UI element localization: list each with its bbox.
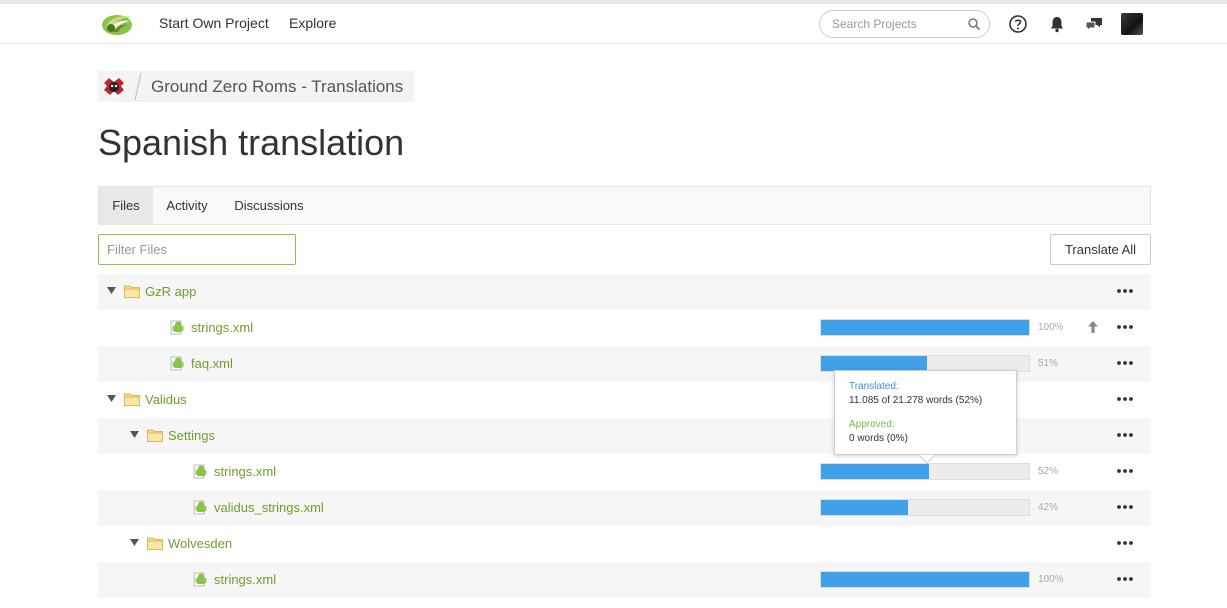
folder-icon	[124, 393, 140, 406]
nav-start-own-project[interactable]: Start Own Project	[159, 15, 269, 31]
progress-tooltip: Translated: 11.085 of 21.278 words (52%)…	[834, 370, 1017, 464]
tooltip-arrow-icon	[919, 455, 935, 464]
tree-folder-row[interactable]: Wolvesden	[98, 526, 1151, 562]
progress-percent: 52%	[1038, 466, 1059, 477]
translation-progress-fill	[821, 572, 1029, 587]
search-input[interactable]	[832, 16, 967, 32]
translation-progress-bar[interactable]	[820, 499, 1030, 516]
breadcrumb-project-link[interactable]: Ground Zero Roms - Translations	[151, 77, 403, 97]
filter-files-input[interactable]	[99, 235, 295, 264]
tab-activity[interactable]: Activity	[155, 187, 219, 224]
progress-percent: 100%	[1038, 322, 1064, 333]
tree-file-row[interactable]: strings.xml 100%	[98, 562, 1151, 598]
more-options-icon[interactable]	[1114, 462, 1136, 480]
more-options-icon[interactable]	[1114, 390, 1136, 408]
folder-name[interactable]: Wolvesden	[168, 536, 232, 551]
top-navbar: Start Own Project Explore	[0, 0, 1227, 44]
tree-folder-row[interactable]: GzR app	[98, 274, 1151, 310]
folder-icon	[147, 537, 163, 550]
user-avatar[interactable]	[1121, 13, 1143, 35]
translation-progress-bar[interactable]	[820, 319, 1030, 336]
tree-file-row[interactable]: strings.xml 52%	[98, 454, 1151, 490]
messages-icon[interactable]	[1084, 14, 1104, 34]
more-options-icon[interactable]	[1114, 354, 1136, 372]
filter-files-box[interactable]	[98, 234, 296, 265]
more-options-icon[interactable]	[1114, 534, 1136, 552]
android-file-icon	[170, 320, 184, 335]
android-file-icon	[170, 356, 184, 371]
tree-file-row[interactable]: strings.xml 100%	[98, 310, 1151, 346]
folder-icon	[147, 429, 163, 442]
search-icon[interactable]	[967, 17, 981, 31]
breadcrumb: Ground Zero Roms - Translations	[98, 71, 414, 102]
android-file-icon	[193, 500, 207, 515]
folder-icon	[124, 285, 140, 298]
translate-all-button[interactable]: Translate All	[1050, 234, 1151, 265]
caret-down-icon[interactable]	[107, 287, 116, 295]
search-box[interactable]	[819, 10, 990, 38]
breadcrumb-separator-icon	[134, 72, 142, 101]
file-name-link[interactable]: strings.xml	[214, 572, 276, 587]
tab-files[interactable]: Files	[99, 187, 153, 224]
progress-percent: 51%	[1038, 358, 1059, 369]
page-title: Spanish translation	[98, 122, 405, 163]
upload-arrow-icon[interactable]	[1086, 319, 1100, 335]
folder-name[interactable]: GzR app	[145, 284, 196, 299]
file-name-link[interactable]: strings.xml	[214, 464, 276, 479]
caret-down-icon[interactable]	[130, 431, 139, 439]
tab-bar: Files Activity Discussions	[98, 186, 1151, 225]
folder-name[interactable]: Validus	[145, 392, 187, 407]
project-logo-icon[interactable]	[101, 74, 127, 100]
file-name-link[interactable]: strings.xml	[191, 320, 253, 335]
translation-progress-bar[interactable]	[820, 571, 1030, 588]
tooltip-approved-label: Approved:	[849, 419, 895, 430]
tree-file-row[interactable]: validus_strings.xml 42%	[98, 490, 1151, 526]
tooltip-translated-value: 11.085 of 21.278 words (52%)	[849, 395, 983, 406]
translation-progress-fill	[821, 356, 928, 371]
progress-percent: 42%	[1038, 502, 1059, 513]
more-options-icon[interactable]	[1114, 498, 1136, 516]
tooltip-approved-value: 0 words (0%)	[849, 433, 908, 444]
caret-down-icon[interactable]	[107, 395, 116, 403]
translation-progress-fill	[821, 320, 1029, 335]
progress-percent: 100%	[1038, 574, 1064, 585]
crowdin-logo-icon[interactable]	[100, 11, 134, 37]
nav-explore[interactable]: Explore	[289, 15, 336, 31]
caret-down-icon[interactable]	[130, 539, 139, 547]
tooltip-translated-label: Translated:	[849, 381, 899, 392]
folder-name[interactable]: Settings	[168, 428, 215, 443]
translation-progress-bar[interactable]	[820, 463, 1030, 480]
translation-progress-fill	[821, 464, 930, 479]
tab-discussions[interactable]: Discussions	[225, 187, 313, 224]
file-name-link[interactable]: faq.xml	[191, 356, 233, 371]
notifications-bell-icon[interactable]	[1047, 14, 1067, 34]
file-name-link[interactable]: validus_strings.xml	[214, 500, 324, 515]
more-options-icon[interactable]	[1114, 282, 1136, 300]
more-options-icon[interactable]	[1114, 318, 1136, 336]
more-options-icon[interactable]	[1114, 426, 1136, 444]
translation-progress-fill	[821, 500, 909, 515]
android-file-icon	[193, 464, 207, 479]
help-icon[interactable]	[1008, 14, 1028, 34]
more-options-icon[interactable]	[1114, 570, 1136, 588]
android-file-icon	[193, 572, 207, 587]
